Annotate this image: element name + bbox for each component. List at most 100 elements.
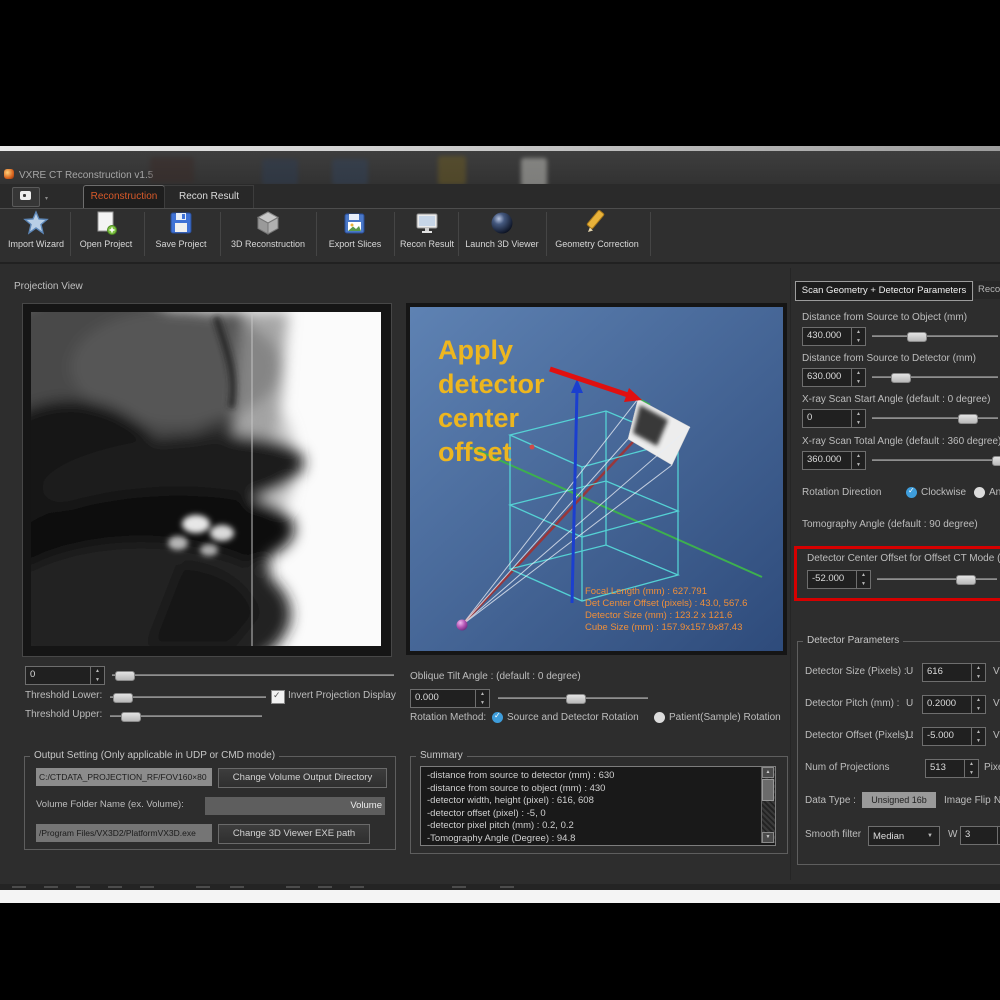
reconstruction-3d-button[interactable]: 3D Reconstruction	[222, 210, 314, 258]
spin-up-button[interactable]	[476, 690, 489, 699]
slider-handle[interactable]	[992, 456, 1000, 466]
spin-up-button[interactable]	[852, 410, 865, 419]
tab-recon-partial[interactable]: Recon	[974, 281, 1000, 299]
spin-down-button[interactable]	[91, 676, 104, 685]
volume-folder-input[interactable]: Volume	[205, 797, 385, 815]
scroll-up-button[interactable]: ▲	[762, 767, 774, 778]
anticlockwise-radio[interactable]	[974, 487, 985, 498]
projection-view-title: Projection View	[14, 281, 83, 292]
launch-3d-viewer-button[interactable]: Launch 3D Viewer	[460, 210, 544, 258]
save-project-button[interactable]: Save Project	[146, 210, 216, 258]
slider-track	[872, 459, 998, 461]
tab-scan-geometry[interactable]: Scan Geometry + Detector Parameters	[795, 281, 973, 301]
toolbar-button-label: Geometry Correction	[555, 239, 639, 249]
spin-down-button[interactable]	[476, 699, 489, 708]
detector-offset-v-label: V	[993, 730, 1000, 741]
source-detector-slider[interactable]	[872, 370, 998, 384]
num-projections-spinner[interactable]: 513	[925, 759, 979, 778]
detector-offset-label: Detector Offset (Pixels) :	[805, 730, 914, 741]
total-angle-slider[interactable]	[872, 453, 998, 467]
spin-down-button[interactable]	[857, 580, 870, 589]
spin-up-button[interactable]	[857, 571, 870, 580]
slider-handle[interactable]	[566, 694, 586, 704]
source-detector-rotation-label: Source and Detector Rotation	[507, 712, 639, 723]
detector-offset-u-spinner[interactable]: -5.000	[922, 727, 986, 746]
spin-up-button[interactable]	[852, 452, 865, 461]
tab-recon-result[interactable]: Recon Result	[164, 185, 254, 208]
slider-handle[interactable]	[907, 332, 927, 342]
invert-projection-checkbox[interactable]	[271, 690, 285, 704]
clockwise-radio[interactable]	[906, 487, 917, 498]
change-volume-output-directory-button[interactable]: Change Volume Output Directory	[218, 768, 387, 788]
detector-pitch-u-spinner[interactable]: 0.2000	[922, 695, 986, 714]
ghost-thumbnail	[262, 159, 298, 185]
source-object-spinner[interactable]: 430.000	[802, 327, 866, 346]
slider-handle[interactable]	[121, 712, 141, 722]
spin-up-button[interactable]	[852, 369, 865, 378]
detector-center-offset-spinner[interactable]: -52.000	[807, 570, 871, 589]
slider-handle[interactable]	[115, 671, 135, 681]
summary-scrollbar[interactable]: ▲ ▼	[761, 767, 775, 843]
smooth-filter-dropdown[interactable]: Median	[868, 826, 940, 846]
change-3d-viewer-exe-button[interactable]: Change 3D Viewer EXE path	[218, 824, 370, 844]
detector-center-offset-slider[interactable]	[877, 572, 997, 586]
total-angle-value: 360.000	[803, 452, 851, 469]
slider-handle[interactable]	[113, 693, 133, 703]
threshold-lower-slider[interactable]	[110, 690, 266, 704]
geometry-correction-button[interactable]: Geometry Correction	[548, 210, 646, 258]
spin-down-button[interactable]	[852, 419, 865, 428]
summary-list[interactable]: -distance from source to detector (mm) :…	[420, 766, 776, 846]
spin-up-button[interactable]	[91, 667, 104, 676]
spin-down-button[interactable]	[852, 337, 865, 346]
spin-up-button[interactable]	[972, 664, 985, 673]
smooth-w-spinner[interactable]: 3	[960, 826, 1000, 845]
slider-handle[interactable]	[956, 575, 976, 585]
total-angle-spinner[interactable]: 360.000	[802, 451, 866, 470]
pencil-icon	[584, 210, 610, 236]
spin-up-button[interactable]	[972, 696, 985, 705]
spin-up-button[interactable]	[852, 328, 865, 337]
spin-up-button[interactable]	[965, 760, 978, 769]
app-menu-button[interactable]	[12, 187, 40, 207]
detector-size-u-spinner[interactable]: 616	[922, 663, 986, 682]
export-slices-button[interactable]: Export Slices	[318, 210, 392, 258]
recon-result-button[interactable]: Recon Result	[396, 210, 458, 258]
data-type-value[interactable]: Unsigned 16b	[862, 792, 936, 808]
threshold-upper-label: Threshold Upper:	[25, 709, 102, 720]
threshold-lower-label: Threshold Lower:	[25, 690, 102, 701]
import-wizard-button[interactable]: Import Wizard	[4, 210, 68, 258]
scroll-down-button[interactable]: ▼	[762, 832, 774, 843]
patient-rotation-radio[interactable]	[654, 712, 665, 723]
start-angle-label: X-ray Scan Start Angle (default : 0 degr…	[802, 394, 990, 405]
spin-down-button[interactable]	[972, 737, 985, 746]
summary-line: -detector pixel pitch (mm) : 0.2, 0.2	[421, 820, 775, 833]
output-setting-title: Output Setting (Only applicable in UDP o…	[30, 750, 279, 761]
slider-handle[interactable]	[958, 414, 978, 424]
spin-up-button[interactable]	[972, 728, 985, 737]
cube-icon	[255, 210, 281, 236]
scrollbar-thumb[interactable]	[762, 779, 774, 801]
source-detector-spinner[interactable]: 630.000	[802, 368, 866, 387]
source-object-slider[interactable]	[872, 329, 998, 343]
source-detector-rotation-radio[interactable]	[492, 712, 503, 723]
spin-down-button[interactable]	[852, 461, 865, 470]
threshold-upper-slider[interactable]	[110, 709, 262, 723]
open-project-button[interactable]: Open Project	[72, 210, 140, 258]
spin-down-button[interactable]	[965, 769, 978, 778]
output-directory-field[interactable]: C:/CTDATA_PROJECTION_RF/FOV160×80	[36, 768, 212, 786]
slider-handle[interactable]	[891, 373, 911, 383]
spin-down-button[interactable]	[852, 378, 865, 387]
frame-index-slider[interactable]	[112, 668, 394, 682]
start-angle-slider[interactable]	[872, 411, 998, 425]
floppy-disk-icon	[168, 210, 194, 236]
oblique-tilt-spinner[interactable]: 0.000	[410, 689, 490, 708]
spin-down-button[interactable]	[972, 705, 985, 714]
spin-down-button[interactable]	[972, 673, 985, 682]
start-angle-spinner[interactable]: 0	[802, 409, 866, 428]
tab-reconstruction[interactable]: Reconstruction	[83, 185, 165, 208]
menu-dropdown-arrow-icon[interactable]: ▾	[45, 195, 48, 202]
frame-index-spinner[interactable]: 0	[25, 666, 105, 685]
source-object-value: 430.000	[803, 328, 851, 345]
oblique-tilt-slider[interactable]	[498, 691, 648, 705]
viewer-exe-path-field[interactable]: /Program Files/VX3D2/PlatformVX3D.exe	[36, 824, 212, 842]
